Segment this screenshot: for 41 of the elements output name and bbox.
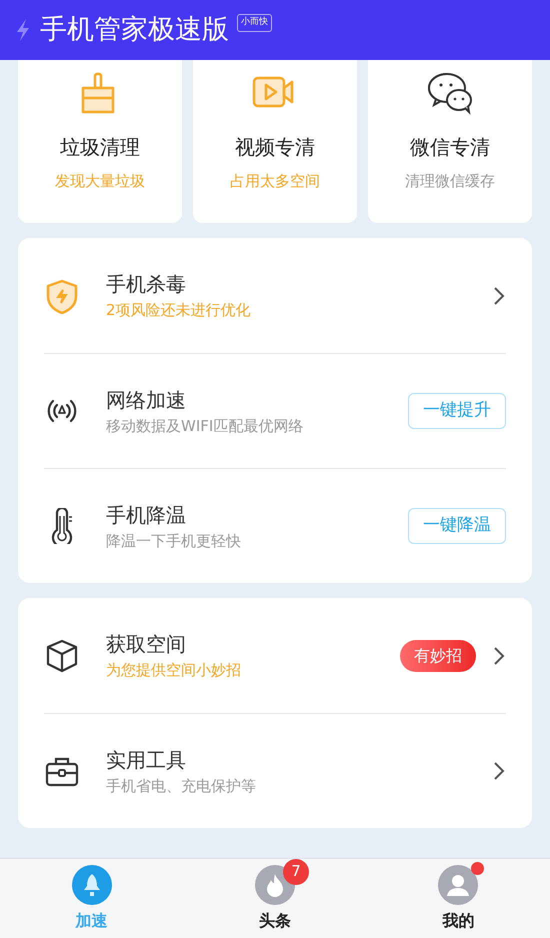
card-title: 视频专清	[235, 134, 315, 161]
quick-card[interactable]: 视频专清 占用太多空间	[193, 60, 357, 223]
chat-bubbles-icon	[427, 70, 473, 116]
promo-badge: 有妙招	[400, 640, 476, 672]
chevron-right-icon	[492, 760, 506, 782]
tab-item[interactable]: 我的	[366, 859, 550, 938]
row-title: 获取空间	[106, 631, 187, 658]
quick-card[interactable]: 垃圾清理 发现大量垃圾	[18, 60, 182, 223]
lightning-icon	[14, 18, 32, 42]
count-badge: 7	[282, 858, 309, 884]
shield-icon	[44, 278, 80, 314]
tab-label: 头条	[258, 910, 291, 932]
list-row[interactable]: 网络加速 移动数据及WIFI匹配最优网络 一键提升	[44, 353, 506, 468]
tab-label: 我的	[442, 910, 474, 932]
card-subtitle: 发现大量垃圾	[55, 171, 145, 192]
version-tag: 小而快	[237, 14, 272, 32]
row-subtitle: 手机省电、充电保护等	[106, 776, 257, 797]
app-title: 手机管家极速版	[40, 12, 229, 47]
list-row[interactable]: 手机杀毒 2项风险还未进行优化	[44, 238, 506, 353]
row-subtitle: 为您提供空间小妙招	[106, 660, 242, 682]
card-title: 微信专清	[410, 134, 490, 161]
chevron-right-icon	[492, 284, 506, 306]
cube-icon	[44, 638, 80, 674]
row-subtitle: 2项风险还未进行优化	[106, 300, 252, 322]
row-title: 手机杀毒	[106, 271, 187, 298]
row-title: 实用工具	[106, 746, 187, 774]
tab-item[interactable]: 7 头条	[183, 859, 367, 938]
card-title: 垃圾清理	[60, 134, 140, 161]
row-title: 网络加速	[106, 386, 187, 414]
list-row[interactable]: 获取空间 为您提供空间小妙招 有妙招	[44, 598, 506, 713]
profile-tab-icon	[438, 864, 478, 904]
list-row[interactable]: 实用工具 手机省电、充电保护等	[44, 713, 506, 828]
row-subtitle: 移动数据及WIFI匹配最优网络	[106, 416, 304, 437]
card-subtitle: 占用太多空间	[230, 171, 320, 192]
chevron-right-icon	[492, 644, 506, 666]
card-subtitle: 清理微信缓存	[405, 171, 495, 192]
quick-card[interactable]: 微信专清 清理微信缓存	[368, 60, 532, 223]
tab-label: 加速	[76, 910, 108, 932]
row-title: 手机降温	[106, 502, 187, 529]
list-row[interactable]: 手机降温 降温一下手机更轻快 一键降温	[44, 468, 506, 583]
row-subtitle: 降温一下手机更轻快	[106, 530, 242, 552]
